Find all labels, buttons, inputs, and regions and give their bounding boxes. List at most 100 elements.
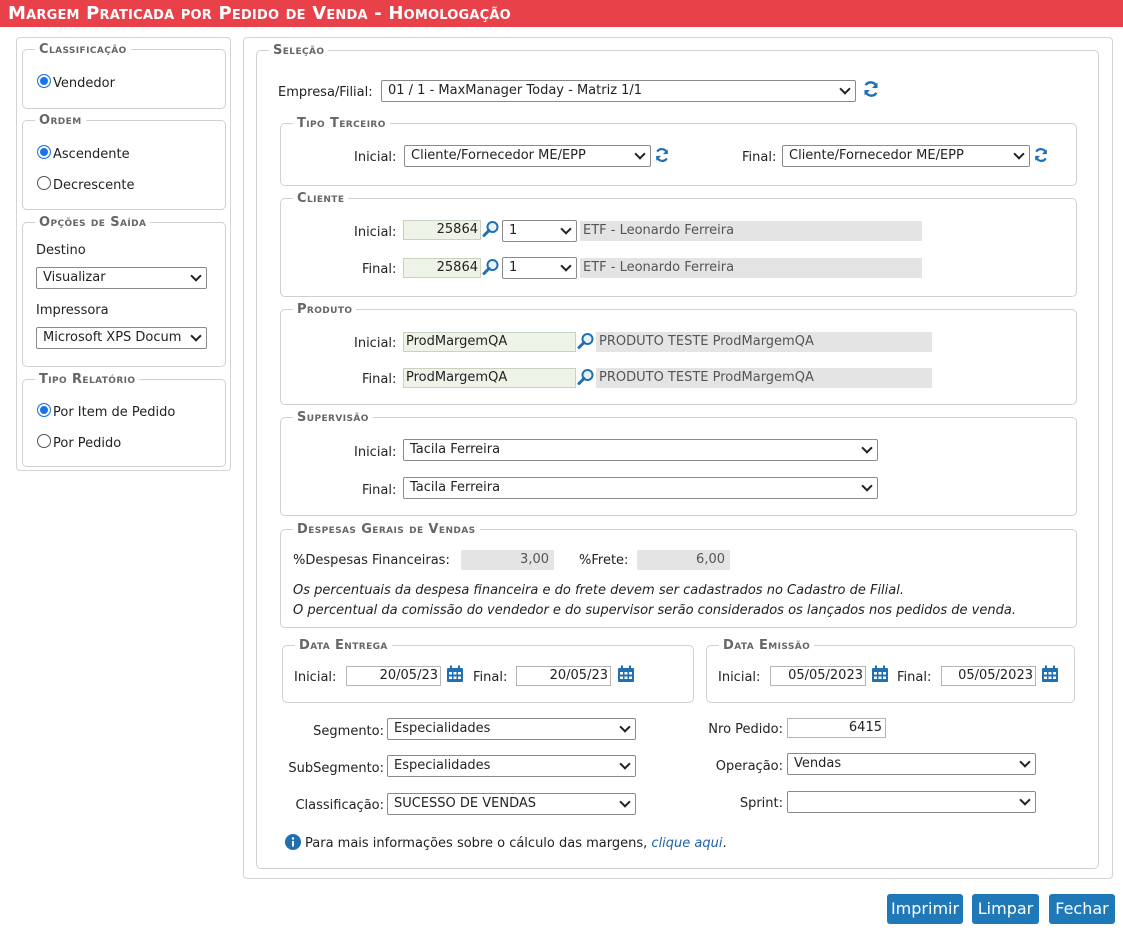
radio-ascendente-label[interactable]: Ascendente (53, 147, 130, 162)
data-entrega-inicial-input[interactable]: 20/05/23 (346, 666, 441, 686)
sprint-label: Sprint: (739, 796, 783, 811)
impressora-label: Impressora (36, 303, 109, 318)
tipo-terceiro-final-value: Cliente/Fornecedor ME/EPP (789, 148, 964, 163)
empresa-select[interactable]: 01 / 1 - MaxManager Today - Matriz 1/1 (381, 80, 856, 102)
cliente-inicial-seq-value: 1 (509, 223, 518, 238)
sprint-select[interactable] (787, 791, 1036, 813)
subsegmento-value: Especialidades (394, 758, 491, 773)
radio-por-item-pedido-label[interactable]: Por Item de Pedido (53, 405, 175, 420)
chevron-down-icon (190, 330, 202, 342)
info-suffix: . (722, 836, 727, 851)
refresh-icon[interactable] (862, 80, 880, 98)
operacao-select[interactable]: Vendas (787, 753, 1036, 775)
chevron-down-icon (861, 480, 873, 492)
info-link[interactable]: clique aqui (651, 836, 722, 851)
cliente-final-seq[interactable]: 1 (502, 257, 577, 279)
classificacao-filter-label: Classificação: (295, 798, 384, 813)
refresh-icon[interactable] (1033, 146, 1049, 164)
search-icon[interactable] (482, 258, 500, 276)
window-title: Margem Praticada por Pedido de Venda - H… (0, 0, 1123, 27)
classificacao-filter-value: SUCESSO DE VENDAS (394, 796, 537, 811)
calendar-icon[interactable] (446, 665, 464, 683)
frete-label: %Frete: (579, 553, 629, 568)
cliente-final-seq-value: 1 (509, 260, 518, 275)
segmento-label: Segmento: (313, 724, 384, 739)
selecao-legend: Seleção (273, 43, 325, 58)
radio-por-item-pedido[interactable] (37, 403, 51, 417)
data-emissao-inicial-label: Inicial: (718, 670, 761, 685)
radio-vendedor-label[interactable]: Vendedor (53, 76, 115, 91)
nro-pedido-input[interactable]: 6415 (787, 718, 886, 738)
chevron-down-icon (619, 796, 631, 808)
fechar-button[interactable]: Fechar (1049, 894, 1115, 924)
subsegmento-select[interactable]: Especialidades (387, 755, 636, 777)
cliente-inicial-code[interactable]: 25864 (403, 220, 481, 240)
cliente-inicial-seq[interactable]: 1 (502, 220, 577, 242)
tipo-terceiro-inicial-value: Cliente/Fornecedor ME/EPP (411, 148, 586, 163)
search-icon[interactable] (577, 332, 595, 350)
tipo-terceiro-final-select[interactable]: Cliente/Fornecedor ME/EPP (782, 145, 1030, 167)
supervisao-final-label: Final: (362, 483, 397, 498)
produto-final-desc: PRODUTO TESTE ProdMargemQA (596, 368, 932, 388)
radio-decrescente[interactable] (37, 176, 51, 190)
produto-group: Produto (280, 302, 1077, 405)
radio-decrescente-label[interactable]: Decrescente (53, 178, 134, 193)
produto-legend: Produto (297, 302, 353, 317)
cliente-group: Cliente (280, 191, 1077, 297)
data-emissao-final-label: Final: (897, 670, 932, 685)
supervisao-final-value: Tacila Ferreira (410, 480, 501, 495)
chevron-down-icon (1019, 794, 1031, 806)
cliente-final-name: ETF - Leonardo Ferreira (580, 258, 922, 278)
calendar-icon[interactable] (617, 665, 635, 683)
destino-select[interactable]: Visualizar (36, 267, 207, 289)
supervisao-inicial-select[interactable]: Tacila Ferreira (403, 439, 878, 461)
empresa-label: Empresa/Filial: (278, 85, 373, 100)
segmento-select[interactable]: Especialidades (387, 718, 636, 740)
search-icon[interactable] (482, 220, 500, 238)
classificacao-legend: Classificação (39, 42, 127, 57)
cliente-legend: Cliente (297, 191, 345, 206)
impressora-select[interactable]: Microsoft XPS Docum (36, 327, 207, 349)
operacao-label: Operação: (715, 759, 783, 774)
radio-ascendente[interactable] (37, 145, 51, 159)
calendar-icon[interactable] (871, 665, 889, 683)
chevron-down-icon (619, 758, 631, 770)
produto-inicial-code[interactable]: ProdMargemQA (403, 332, 576, 352)
chevron-down-icon (1019, 756, 1031, 768)
subsegmento-label: SubSegmento: (288, 761, 384, 776)
tipo-terceiro-inicial-select[interactable]: Cliente/Fornecedor ME/EPP (404, 145, 651, 167)
segmento-value: Especialidades (394, 721, 491, 736)
data-entrega-legend: Data Entrega (299, 638, 388, 653)
chevron-down-icon (560, 260, 572, 272)
cliente-final-code[interactable]: 25864 (403, 258, 481, 278)
data-emissao-legend: Data Emissão (723, 638, 811, 653)
calendar-icon[interactable] (1041, 665, 1059, 683)
limpar-button[interactable]: Limpar (972, 894, 1039, 924)
search-icon[interactable] (577, 368, 595, 386)
radio-por-pedido-label[interactable]: Por Pedido (53, 436, 121, 451)
supervisao-final-select[interactable]: Tacila Ferreira (403, 477, 878, 499)
chevron-down-icon (619, 721, 631, 733)
nro-pedido-label: Nro Pedido: (708, 722, 783, 737)
supervisao-inicial-value: Tacila Ferreira (410, 442, 501, 457)
destino-label: Destino (36, 243, 86, 258)
classificacao-filter-select[interactable]: SUCESSO DE VENDAS (387, 793, 636, 815)
produto-final-code[interactable]: ProdMargemQA (403, 368, 576, 388)
data-emissao-final-input[interactable]: 05/05/2023 (941, 666, 1036, 686)
produto-inicial-label: Inicial: (354, 336, 397, 351)
data-emissao-inicial-input[interactable]: 05/05/2023 (770, 666, 866, 686)
refresh-icon[interactable] (654, 146, 670, 164)
operacao-value: Vendas (794, 756, 842, 771)
despesas-legend: Despesas Gerais de Vendas (297, 522, 476, 537)
radio-por-pedido[interactable] (37, 434, 51, 448)
frete-value: 6,00 (637, 550, 730, 570)
data-entrega-inicial-label: Inicial: (294, 670, 337, 685)
despesas-note-1: Os percentuais da despesa financeira e d… (293, 583, 904, 598)
radio-vendedor[interactable] (37, 74, 51, 88)
imprimir-button[interactable]: Imprimir (887, 894, 963, 924)
destino-value: Visualizar (43, 270, 106, 285)
cliente-inicial-name: ETF - Leonardo Ferreira (580, 221, 922, 241)
data-entrega-final-input[interactable]: 20/05/23 (516, 666, 611, 686)
despesas-financeiras-label: %Despesas Financeiras: (293, 553, 450, 568)
chevron-down-icon (634, 148, 646, 160)
